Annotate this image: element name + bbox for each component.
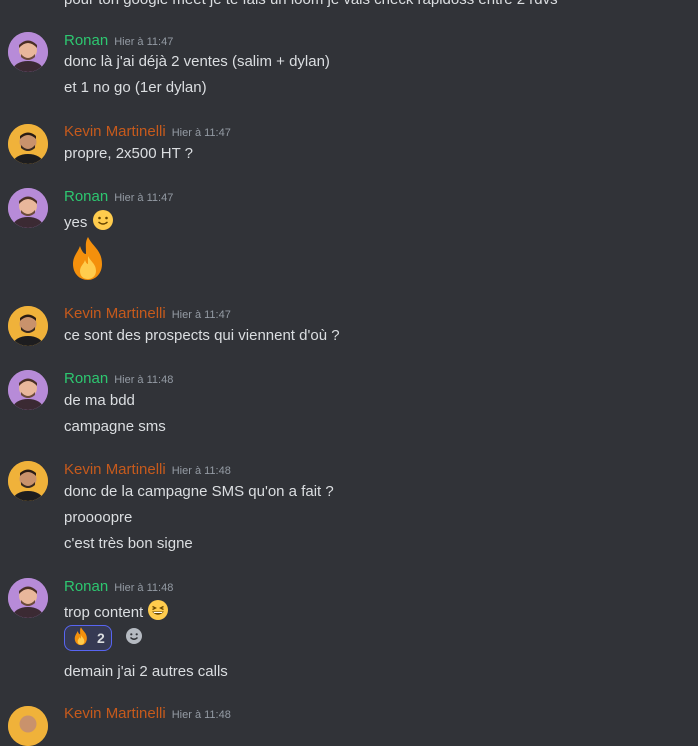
message-text: ce sont des prospects qui viennent d'où … (64, 327, 340, 344)
avatar-kevin[interactable] (8, 306, 48, 346)
message-text: de ma bdd (64, 392, 135, 409)
grinning-squinting-face-icon (147, 599, 169, 627)
message-row: trop content (64, 599, 169, 627)
message-header: Ronan Hier à 11:47 (64, 187, 173, 208)
author-name[interactable]: Kevin Martinelli (64, 461, 166, 478)
author-name[interactable]: Kevin Martinelli (64, 123, 166, 140)
timestamp: Hier à 11:48 (171, 709, 231, 721)
avatar-ronan[interactable] (8, 578, 48, 618)
timestamp: Hier à 11:48 (171, 465, 231, 477)
reaction-fire[interactable]: 2 (64, 625, 112, 651)
avatar-image (8, 370, 48, 410)
message-header: Kevin Martinelli Hier à 11:48 (64, 460, 231, 481)
message-text: c'est très bon signe (64, 535, 193, 552)
avatar-image (8, 578, 48, 618)
avatar-kevin[interactable] (8, 706, 48, 746)
message-row: yes (64, 209, 114, 237)
message-text: pour ton google meet je te fais un loom … (64, 0, 558, 10)
fire-icon (71, 626, 91, 650)
message-header: Ronan Hier à 11:47 (64, 31, 173, 52)
avatar-image (8, 306, 48, 346)
message-text: campagne sms (64, 418, 166, 435)
author-name[interactable]: Ronan (64, 32, 108, 49)
message-header: Ronan Hier à 11:48 (64, 577, 173, 598)
author-name[interactable]: Ronan (64, 188, 108, 205)
author-name[interactable]: Kevin Martinelli (64, 305, 166, 322)
avatar-kevin[interactable] (8, 124, 48, 164)
add-reaction-icon (124, 626, 144, 650)
author-name[interactable]: Ronan (64, 578, 108, 595)
avatar-image (8, 461, 48, 501)
message-text: propre, 2x500 HT ? (64, 145, 193, 162)
message-text: donc de la campagne SMS qu'on a fait ? (64, 483, 334, 500)
slightly-smiling-face-icon (92, 209, 114, 237)
message-text: trop content (64, 604, 144, 621)
reaction-count: 2 (97, 630, 105, 646)
message-text: proooopre (64, 509, 133, 526)
timestamp: Hier à 11:47 (171, 127, 231, 139)
timestamp: Hier à 11:47 (114, 36, 174, 48)
author-name[interactable]: Ronan (64, 370, 108, 387)
timestamp: Hier à 11:48 (114, 582, 174, 594)
avatar-ronan[interactable] (8, 32, 48, 72)
message-text: demain j'ai 2 autres calls (64, 663, 228, 680)
timestamp: Hier à 11:47 (114, 192, 174, 204)
message-header: Kevin Martinelli Hier à 11:47 (64, 304, 231, 325)
avatar-image (8, 124, 48, 164)
fire-icon (64, 234, 112, 286)
timestamp: Hier à 11:47 (171, 309, 231, 321)
avatar-ronan[interactable] (8, 370, 48, 410)
avatar-ronan[interactable] (8, 188, 48, 228)
avatar-image (8, 188, 48, 228)
author-name[interactable]: Kevin Martinelli (64, 705, 166, 722)
avatar-image (8, 32, 48, 72)
message-header: Ronan Hier à 11:48 (64, 369, 173, 390)
message-header: Kevin Martinelli Hier à 11:47 (64, 122, 231, 143)
avatar-kevin[interactable] (8, 461, 48, 501)
add-reaction-button[interactable] (120, 625, 148, 651)
timestamp: Hier à 11:48 (114, 374, 174, 386)
message-text: et 1 no go (1er dylan) (64, 79, 207, 96)
message-text: donc là j'ai déjà 2 ventes (salim + dyla… (64, 53, 330, 70)
message-text: yes (64, 214, 88, 231)
avatar-image (8, 706, 48, 746)
